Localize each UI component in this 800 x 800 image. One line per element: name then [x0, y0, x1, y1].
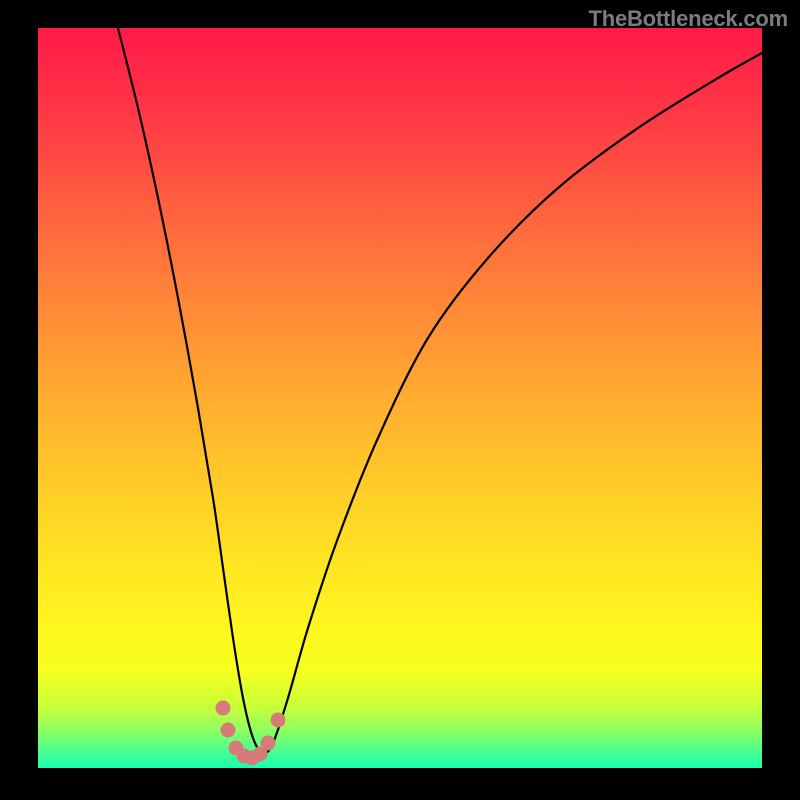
plot-area — [38, 28, 762, 768]
curve-svg — [38, 28, 762, 768]
bottleneck-curve — [118, 28, 762, 753]
valley-marker — [271, 713, 286, 728]
chart-frame: TheBottleneck.com — [0, 0, 800, 800]
valley-marker — [261, 736, 276, 751]
valley-marker — [216, 701, 231, 716]
valley-marker — [221, 723, 236, 738]
